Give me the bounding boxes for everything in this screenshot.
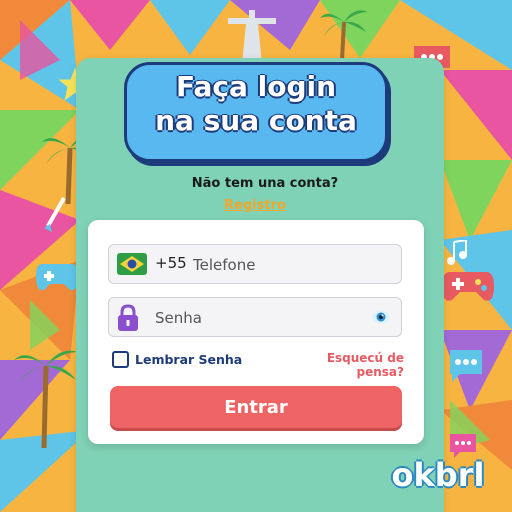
forgot-password-link[interactable]: Esquecú de pensa? — [276, 351, 404, 379]
palm-tree-icon — [320, 10, 368, 60]
paintbrush-icon — [44, 197, 66, 232]
gamepad-icon — [442, 272, 494, 301]
signup-prompt: Não tem una conta? — [191, 176, 339, 191]
password-input[interactable] — [155, 307, 355, 329]
remember-label: Lembrar Senha — [135, 351, 243, 367]
password-field[interactable] — [108, 297, 402, 337]
register-link[interactable]: Registro — [200, 198, 310, 213]
remember-password[interactable]: Lembrar Senha — [112, 350, 242, 368]
palm-tree-icon — [14, 350, 78, 448]
gamepad-icon — [36, 264, 78, 291]
brazil-flag-icon — [117, 253, 147, 275]
eye-icon[interactable] — [371, 309, 391, 325]
lock-icon — [118, 304, 138, 331]
music-note-icon — [447, 240, 467, 265]
remember-checkbox[interactable] — [112, 350, 129, 368]
phone-input[interactable] — [193, 254, 383, 276]
christ-statue-icon — [228, 10, 276, 64]
country-code[interactable]: +55 — [155, 254, 187, 272]
login-button[interactable]: Entrar — [110, 386, 402, 428]
chat-bubble-icon — [450, 350, 482, 382]
brand-logo: okbrl — [391, 456, 485, 494]
phone-field[interactable]: +55 — [108, 244, 402, 284]
page-title: Faça login na sua conta — [155, 70, 357, 137]
